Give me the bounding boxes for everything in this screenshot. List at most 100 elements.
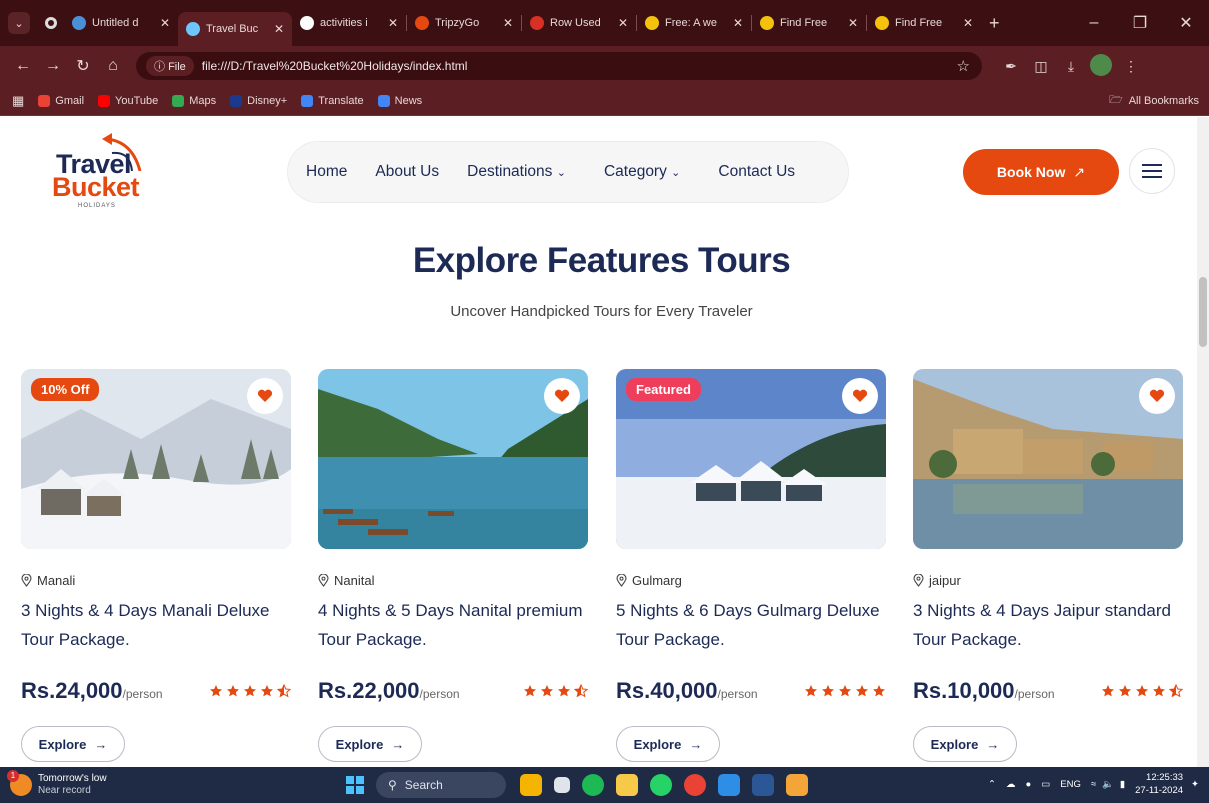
tour-title[interactable]: 3 Nights & 4 Days Manali Deluxe Tour Pac…: [21, 596, 291, 654]
explore-button[interactable]: Explore →: [318, 726, 422, 762]
close-window-icon[interactable]: ✕: [1163, 13, 1209, 33]
start-button[interactable]: [346, 776, 364, 794]
bookmark-star-icon[interactable]: ☆: [957, 57, 970, 75]
nav-contact-us[interactable]: Contact Us: [718, 163, 795, 181]
tab-search-chevron-icon[interactable]: ⌄: [8, 12, 30, 34]
heart-icon: [852, 389, 868, 403]
bookmark-list: Gmail YouTube Maps Disney+ Translate News: [24, 94, 422, 107]
chrome-icon[interactable]: [684, 774, 706, 796]
battery-icon[interactable]: ▮: [1120, 779, 1125, 790]
tour-title[interactable]: 3 Nights & 4 Days Jaipur standard Tour P…: [913, 596, 1183, 654]
nav-home-label: Home: [306, 163, 348, 180]
hamburger-menu-button[interactable]: [1129, 148, 1175, 194]
tray-chevron-icon[interactable]: ⌃: [988, 779, 996, 790]
reload-icon[interactable]: ↻: [68, 56, 98, 76]
explore-button[interactable]: Explore →: [913, 726, 1017, 762]
tab-close-icon[interactable]: ✕: [495, 16, 513, 30]
address-bar[interactable]: ⓘ File file:///D:/Travel%20Bucket%20Holi…: [136, 52, 982, 80]
tour-price: Rs.40,000/person: [616, 678, 758, 704]
tab-title: Find Free: [895, 17, 943, 29]
explore-button[interactable]: Explore →: [21, 726, 125, 762]
bluetooth-icon[interactable]: ●: [1026, 779, 1032, 790]
tab-close-icon[interactable]: ✕: [380, 16, 398, 30]
tour-image[interactable]: [913, 369, 1183, 549]
tour-title[interactable]: 4 Nights & 5 Days Nanital premium Tour P…: [318, 596, 588, 654]
tab-close-icon[interactable]: ✕: [840, 16, 858, 30]
pen-icon[interactable]: ✒: [996, 58, 1026, 75]
display-icon[interactable]: ▭: [1041, 779, 1050, 790]
nav-category[interactable]: Category ⌄: [604, 163, 680, 181]
language-indicator[interactable]: ENG: [1060, 779, 1081, 790]
notification-icon[interactable]: ✦: [1191, 779, 1199, 790]
wishlist-heart-button[interactable]: [842, 378, 878, 414]
back-arrow-icon[interactable]: ←: [8, 57, 38, 75]
browser-tab[interactable]: Untitled d ✕: [64, 7, 178, 39]
tab-close-icon[interactable]: ✕: [610, 16, 628, 30]
file-explorer-icon[interactable]: [616, 774, 638, 796]
tour-image[interactable]: 10% Off: [21, 369, 291, 549]
nav-home[interactable]: Home: [306, 163, 347, 181]
book-now-button[interactable]: Book Now ↗: [963, 149, 1119, 195]
volume-icon[interactable]: 🔈: [1102, 779, 1114, 790]
explore-label: Explore: [38, 736, 87, 752]
weather-widget[interactable]: 1 Tomorrow's low Near record: [7, 770, 107, 797]
profile-avatar[interactable]: [1086, 53, 1116, 79]
star-icon: [558, 685, 570, 697]
bookmark-item[interactable]: Gmail: [38, 94, 84, 107]
all-bookmarks-button[interactable]: 🗁 All Bookmarks: [1109, 91, 1199, 110]
more-menu-icon[interactable]: ⋮: [1116, 58, 1146, 75]
tab-close-icon[interactable]: ✕: [266, 22, 284, 36]
bookmark-item[interactable]: YouTube: [98, 94, 158, 107]
clock[interactable]: 12:25:33 27-11-2024: [1135, 771, 1183, 797]
bookmark-item[interactable]: Disney+: [230, 94, 287, 107]
restore-icon[interactable]: ❐: [1117, 13, 1163, 33]
browser-tab[interactable]: activities i ✕: [292, 7, 406, 39]
download-icon[interactable]: ⤓: [1056, 58, 1086, 75]
vscode-icon[interactable]: [718, 774, 740, 796]
tour-card: Featured Gulmarg 5 Nights & 6 Days Gulmarg…: [616, 369, 886, 762]
pinned-tab[interactable]: [38, 10, 64, 36]
taskbar-search[interactable]: ⚲ Search: [376, 772, 506, 798]
wifi-icon[interactable]: ≈: [1091, 779, 1096, 790]
forward-arrow-icon[interactable]: →: [38, 57, 68, 75]
wishlist-heart-button[interactable]: [247, 378, 283, 414]
wishlist-heart-button[interactable]: [544, 378, 580, 414]
onedrive-icon[interactable]: ☁: [1006, 779, 1016, 790]
browser-tab[interactable]: Find Free ✕: [867, 7, 981, 39]
task-view-icon[interactable]: [554, 777, 570, 793]
browser-tab[interactable]: TripzyGo ✕: [407, 7, 521, 39]
apps-grid-icon[interactable]: ▦: [12, 93, 24, 109]
site-logo[interactable]: Travel Bucket HOLIDAYS: [52, 131, 152, 215]
extensions-icon[interactable]: ◫: [1026, 58, 1056, 75]
nav-destinations[interactable]: Destinations ⌄: [467, 163, 566, 181]
nav-about-us[interactable]: About Us: [375, 163, 439, 181]
browser-tab[interactable]: Travel Buc ✕: [178, 12, 292, 46]
wishlist-heart-button[interactable]: [1139, 378, 1175, 414]
word-icon[interactable]: [752, 774, 774, 796]
minimize-icon[interactable]: –: [1071, 14, 1117, 32]
tab-close-icon[interactable]: ✕: [725, 16, 743, 30]
scrollbar-thumb[interactable]: [1199, 277, 1207, 347]
new-tab-button[interactable]: +: [989, 13, 1000, 34]
tab-close-icon[interactable]: ✕: [955, 16, 973, 30]
all-bookmarks-label: All Bookmarks: [1128, 94, 1199, 107]
widgets-app-icon[interactable]: [520, 774, 542, 796]
app-icon[interactable]: [786, 774, 808, 796]
explore-button[interactable]: Explore →: [616, 726, 720, 762]
browser-tab[interactable]: Free: A we ✕: [637, 7, 751, 39]
bookmark-item[interactable]: Translate: [301, 94, 364, 107]
tab-favicon-icon: [186, 22, 200, 36]
home-icon[interactable]: ⌂: [98, 57, 128, 75]
tab-close-icon[interactable]: ✕: [152, 16, 170, 30]
browser-tab[interactable]: Row Used ✕: [522, 7, 636, 39]
browser-tab[interactable]: Find Free ✕: [752, 7, 866, 39]
spotify-icon[interactable]: [582, 774, 604, 796]
page-scrollbar[interactable]: [1197, 117, 1209, 767]
tour-image[interactable]: [318, 369, 588, 549]
bookmark-item[interactable]: Maps: [172, 94, 216, 107]
bookmark-item[interactable]: News: [377, 94, 422, 107]
site-info-chip[interactable]: ⓘ File: [146, 56, 194, 76]
tour-image[interactable]: Featured: [616, 369, 886, 549]
whatsapp-icon[interactable]: [650, 774, 672, 796]
tour-title[interactable]: 5 Nights & 6 Days Gulmarg Deluxe Tour Pa…: [616, 596, 886, 654]
